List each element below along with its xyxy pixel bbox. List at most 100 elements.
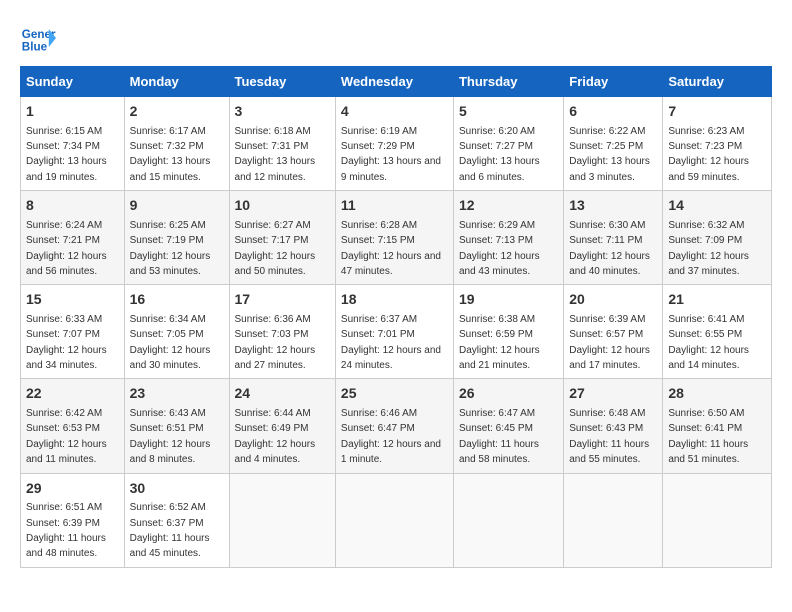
day-number: 4 [341,102,448,122]
day-number: 7 [668,102,766,122]
day-number: 20 [569,290,657,310]
day-info: Sunrise: 6:20 AMSunset: 7:27 PMDaylight:… [459,126,540,183]
day-number: 29 [26,479,119,499]
table-row: 20 Sunrise: 6:39 AMSunset: 6:57 PMDaylig… [564,285,663,379]
day-info: Sunrise: 6:52 AMSunset: 6:37 PMDaylight:… [130,502,210,559]
day-info: Sunrise: 6:38 AMSunset: 6:59 PMDaylight:… [459,314,540,371]
day-info: Sunrise: 6:42 AMSunset: 6:53 PMDaylight:… [26,408,107,465]
day-number: 22 [26,384,119,404]
table-row: 19 Sunrise: 6:38 AMSunset: 6:59 PMDaylig… [453,285,563,379]
day-number: 23 [130,384,224,404]
day-info: Sunrise: 6:51 AMSunset: 6:39 PMDaylight:… [26,502,106,559]
col-monday: Monday [124,67,229,97]
col-tuesday: Tuesday [229,67,335,97]
day-number: 10 [235,196,330,216]
day-number: 15 [26,290,119,310]
day-info: Sunrise: 6:37 AMSunset: 7:01 PMDaylight:… [341,314,441,371]
day-number: 19 [459,290,558,310]
table-row: 8 Sunrise: 6:24 AMSunset: 7:21 PMDayligh… [21,191,125,285]
table-row [335,473,453,567]
table-row: 11 Sunrise: 6:28 AMSunset: 7:15 PMDaylig… [335,191,453,285]
col-sunday: Sunday [21,67,125,97]
day-number: 18 [341,290,448,310]
day-info: Sunrise: 6:43 AMSunset: 6:51 PMDaylight:… [130,408,211,465]
table-row: 7 Sunrise: 6:23 AMSunset: 7:23 PMDayligh… [663,97,772,191]
day-info: Sunrise: 6:41 AMSunset: 6:55 PMDaylight:… [668,314,749,371]
day-number: 21 [668,290,766,310]
table-row: 14 Sunrise: 6:32 AMSunset: 7:09 PMDaylig… [663,191,772,285]
day-info: Sunrise: 6:28 AMSunset: 7:15 PMDaylight:… [341,220,441,277]
day-number: 3 [235,102,330,122]
day-number: 5 [459,102,558,122]
calendar-header: Sunday Monday Tuesday Wednesday Thursday… [21,67,772,97]
table-row: 4 Sunrise: 6:19 AMSunset: 7:29 PMDayligh… [335,97,453,191]
col-wednesday: Wednesday [335,67,453,97]
day-info: Sunrise: 6:44 AMSunset: 6:49 PMDaylight:… [235,408,316,465]
svg-text:Blue: Blue [22,41,48,54]
table-row: 23 Sunrise: 6:43 AMSunset: 6:51 PMDaylig… [124,379,229,473]
day-info: Sunrise: 6:25 AMSunset: 7:19 PMDaylight:… [130,220,211,277]
calendar-body: 1 Sunrise: 6:15 AMSunset: 7:34 PMDayligh… [21,97,772,568]
day-info: Sunrise: 6:18 AMSunset: 7:31 PMDaylight:… [235,126,316,183]
table-row: 1 Sunrise: 6:15 AMSunset: 7:34 PMDayligh… [21,97,125,191]
day-info: Sunrise: 6:24 AMSunset: 7:21 PMDaylight:… [26,220,107,277]
table-row: 16 Sunrise: 6:34 AMSunset: 7:05 PMDaylig… [124,285,229,379]
day-info: Sunrise: 6:17 AMSunset: 7:32 PMDaylight:… [130,126,211,183]
day-info: Sunrise: 6:32 AMSunset: 7:09 PMDaylight:… [668,220,749,277]
day-info: Sunrise: 6:33 AMSunset: 7:07 PMDaylight:… [26,314,107,371]
day-info: Sunrise: 6:15 AMSunset: 7:34 PMDaylight:… [26,126,107,183]
day-info: Sunrise: 6:47 AMSunset: 6:45 PMDaylight:… [459,408,539,465]
day-number: 24 [235,384,330,404]
day-number: 13 [569,196,657,216]
logo-icon: General Blue [20,20,56,56]
table-row: 17 Sunrise: 6:36 AMSunset: 7:03 PMDaylig… [229,285,335,379]
day-info: Sunrise: 6:27 AMSunset: 7:17 PMDaylight:… [235,220,316,277]
day-number: 6 [569,102,657,122]
day-number: 17 [235,290,330,310]
day-info: Sunrise: 6:22 AMSunset: 7:25 PMDaylight:… [569,126,650,183]
table-row: 5 Sunrise: 6:20 AMSunset: 7:27 PMDayligh… [453,97,563,191]
day-info: Sunrise: 6:19 AMSunset: 7:29 PMDaylight:… [341,126,441,183]
col-saturday: Saturday [663,67,772,97]
table-row [453,473,563,567]
day-number: 16 [130,290,224,310]
table-row: 27 Sunrise: 6:48 AMSunset: 6:43 PMDaylig… [564,379,663,473]
day-number: 12 [459,196,558,216]
day-info: Sunrise: 6:46 AMSunset: 6:47 PMDaylight:… [341,408,441,465]
day-number: 25 [341,384,448,404]
table-row: 18 Sunrise: 6:37 AMSunset: 7:01 PMDaylig… [335,285,453,379]
table-row [663,473,772,567]
table-row [564,473,663,567]
table-row: 28 Sunrise: 6:50 AMSunset: 6:41 PMDaylig… [663,379,772,473]
table-row: 24 Sunrise: 6:44 AMSunset: 6:49 PMDaylig… [229,379,335,473]
table-row: 30 Sunrise: 6:52 AMSunset: 6:37 PMDaylig… [124,473,229,567]
table-row: 13 Sunrise: 6:30 AMSunset: 7:11 PMDaylig… [564,191,663,285]
page-header: General Blue [20,20,772,56]
day-number: 14 [668,196,766,216]
table-row: 10 Sunrise: 6:27 AMSunset: 7:17 PMDaylig… [229,191,335,285]
col-friday: Friday [564,67,663,97]
table-row: 15 Sunrise: 6:33 AMSunset: 7:07 PMDaylig… [21,285,125,379]
table-row: 6 Sunrise: 6:22 AMSunset: 7:25 PMDayligh… [564,97,663,191]
day-number: 27 [569,384,657,404]
day-info: Sunrise: 6:48 AMSunset: 6:43 PMDaylight:… [569,408,649,465]
day-number: 11 [341,196,448,216]
table-row: 25 Sunrise: 6:46 AMSunset: 6:47 PMDaylig… [335,379,453,473]
day-number: 26 [459,384,558,404]
day-number: 8 [26,196,119,216]
table-row: 29 Sunrise: 6:51 AMSunset: 6:39 PMDaylig… [21,473,125,567]
day-number: 30 [130,479,224,499]
table-row [229,473,335,567]
calendar-table: Sunday Monday Tuesday Wednesday Thursday… [20,66,772,568]
table-row: 26 Sunrise: 6:47 AMSunset: 6:45 PMDaylig… [453,379,563,473]
day-info: Sunrise: 6:29 AMSunset: 7:13 PMDaylight:… [459,220,540,277]
table-row: 22 Sunrise: 6:42 AMSunset: 6:53 PMDaylig… [21,379,125,473]
day-number: 28 [668,384,766,404]
table-row: 9 Sunrise: 6:25 AMSunset: 7:19 PMDayligh… [124,191,229,285]
day-number: 1 [26,102,119,122]
day-info: Sunrise: 6:30 AMSunset: 7:11 PMDaylight:… [569,220,650,277]
day-info: Sunrise: 6:34 AMSunset: 7:05 PMDaylight:… [130,314,211,371]
table-row: 21 Sunrise: 6:41 AMSunset: 6:55 PMDaylig… [663,285,772,379]
day-info: Sunrise: 6:23 AMSunset: 7:23 PMDaylight:… [668,126,749,183]
day-info: Sunrise: 6:39 AMSunset: 6:57 PMDaylight:… [569,314,650,371]
